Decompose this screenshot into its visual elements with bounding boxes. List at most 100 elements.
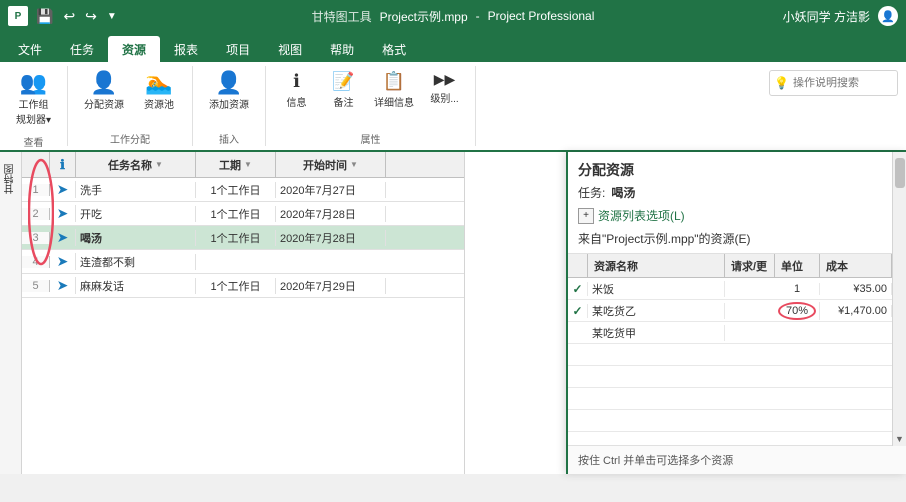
units-highlight-badge: 70%: [778, 302, 816, 320]
rtd-units-2: 70%: [775, 302, 820, 320]
rtd-name-2: 某吃货乙: [588, 303, 725, 319]
td-flag-1: ➤: [50, 181, 76, 198]
rth-units: 单位: [775, 254, 820, 277]
rth-check: [568, 254, 588, 277]
task-arrow-icon-5: ➤: [57, 277, 69, 294]
td-name-2: 开吃: [76, 206, 196, 222]
rtd-name-1: 米饭: [588, 281, 725, 297]
ribbon-group-properties: ℹ 信息 📝 备注 📋 详细信息 ▶▶ 级别... 属性: [274, 66, 476, 146]
notes-button[interactable]: 📝 备注: [321, 68, 366, 112]
panel-scrollbar[interactable]: ▼: [892, 152, 906, 446]
td-start-1: 2020年7月27日: [276, 182, 386, 198]
app-name: Project Professional: [488, 9, 595, 23]
panel-expand-button[interactable]: +: [578, 208, 594, 224]
rtd-cost-2: ¥1,470.00: [820, 305, 892, 317]
notes-label: 备注: [334, 94, 354, 109]
tab-format[interactable]: 格式: [368, 36, 420, 62]
add-resource-button[interactable]: 👤 添加资源: [201, 68, 257, 115]
details-label: 详细信息: [374, 94, 414, 109]
task-arrow-icon-3: ➤: [57, 229, 69, 246]
rtd-name-3: 某吃货甲: [588, 325, 725, 341]
resource-pool-button[interactable]: 🏊 资源池: [134, 68, 184, 115]
table-row[interactable]: 1 ➤ 洗手 1个工作日 2020年7月27日: [22, 178, 464, 202]
search-input[interactable]: [793, 77, 893, 89]
tab-help[interactable]: 帮助: [316, 36, 368, 62]
td-name-4: 连渣都不剩: [76, 254, 196, 270]
add-resource-label: 添加资源: [209, 96, 249, 111]
tab-view[interactable]: 视图: [264, 36, 316, 62]
resource-table-body: ✓ 米饭 1 ¥35.00 ✓ 某吃货乙 70%: [568, 278, 906, 445]
left-sidebar: 甘特图: [0, 152, 22, 474]
details-button[interactable]: 📋 详细信息: [368, 68, 420, 112]
ribbon-group-insert: 👤 添加资源 插入: [201, 66, 266, 146]
info-header-icon: ℹ: [60, 157, 65, 173]
title-bar-right: 小妖同学 方洁影 👤: [783, 6, 898, 26]
assign-label: 分配资源: [84, 96, 124, 111]
info-button[interactable]: ℹ 信息: [274, 68, 319, 112]
scroll-down-arrow[interactable]: ▼: [895, 434, 904, 444]
task-arrow-icon-4: ➤: [57, 253, 69, 270]
tab-task[interactable]: 任务: [56, 36, 108, 62]
assign-resources-button[interactable]: 👤 分配资源: [76, 68, 132, 115]
th-task-name-label: 任务名称: [108, 157, 152, 173]
th-start[interactable]: 开始时间 ▼: [276, 152, 386, 177]
th-duration-label: 工期: [219, 157, 241, 173]
tab-resource[interactable]: 资源: [108, 36, 160, 62]
tab-project[interactable]: 项目: [212, 36, 264, 62]
workgroup-icon: 👥: [20, 72, 47, 94]
notes-icon: 📝: [332, 71, 354, 92]
pool-label: 资源池: [144, 96, 174, 111]
th-start-sort: ▼: [350, 160, 358, 169]
table-row[interactable]: 4 ➤ 连渣都不剩: [22, 250, 464, 274]
dash-separator: -: [476, 9, 480, 23]
table-row[interactable]: 2 ➤ 开吃 1个工作日 2020年7月28日: [22, 202, 464, 226]
save-icon[interactable]: 💾: [34, 6, 55, 27]
resource-row[interactable]: ✓ 米饭 1 ¥35.00: [568, 278, 906, 300]
th-start-label: 开始时间: [303, 157, 347, 173]
search-bar[interactable]: 💡: [769, 70, 898, 96]
ribbon-group-insert-label: 插入: [201, 129, 257, 146]
td-flag-2: ➤: [50, 205, 76, 222]
tab-report[interactable]: 报表: [160, 36, 212, 62]
workgroup-planner-button[interactable]: 👥 工作组规划器▾: [8, 68, 59, 130]
resource-row: [568, 344, 906, 366]
resource-table-header: 资源名称 请求/更 单位 成本: [568, 254, 906, 278]
gantt-tool-label: 甘特图工具: [312, 8, 372, 25]
rtd-cost-1: ¥35.00: [820, 283, 892, 295]
resource-row: [568, 432, 906, 445]
quick-access-dropdown[interactable]: ▼: [105, 9, 119, 24]
info-label: 信息: [287, 94, 307, 109]
table-row-selected[interactable]: 3 ➤ 喝汤 1个工作日 2020年7月28日: [22, 226, 464, 250]
tab-file[interactable]: 文件: [4, 36, 56, 62]
ribbon-group-view-label: 查看: [8, 132, 59, 149]
sidebar-gantt[interactable]: 甘特图: [1, 160, 20, 198]
resource-row: [568, 410, 906, 432]
table-row[interactable]: 5 ➤ 麻麻发话 1个工作日 2020年7月29日: [22, 274, 464, 298]
undo-icon[interactable]: ↩: [61, 6, 77, 27]
panel-options-label: 资源列表选项(L): [598, 207, 685, 224]
title-bar: P 💾 ↩ ↪ ▼ 甘特图工具 Project示例.mpp - Project …: [0, 0, 906, 32]
td-flag-3: ➤: [50, 229, 76, 246]
td-name-1: 洗手: [76, 182, 196, 198]
resource-row[interactable]: 某吃货甲: [568, 322, 906, 344]
td-duration-3: 1个工作日: [196, 230, 276, 246]
table-header: ℹ 任务名称 ▼ 工期 ▼ 开始时间 ▼: [22, 152, 464, 178]
check-icon-1: ✓: [572, 282, 582, 296]
resource-table: 资源名称 请求/更 单位 成本 ✓ 米饭 1 ¥35.00: [568, 254, 906, 445]
resource-row: [568, 366, 906, 388]
info-btn-icon: ℹ: [293, 71, 300, 92]
ribbon-group-assign-label: 工作分配: [76, 129, 184, 146]
th-duration[interactable]: 工期 ▼: [196, 152, 276, 177]
level-label: 级别...: [430, 90, 458, 105]
level-button[interactable]: ▶▶ 级别...: [422, 68, 467, 108]
td-start-3: 2020年7月28日: [276, 230, 386, 246]
resource-row[interactable]: ✓ 某吃货乙 70% ¥1,470.00: [568, 300, 906, 322]
th-task-name[interactable]: 任务名称 ▼: [76, 152, 196, 177]
user-avatar[interactable]: 👤: [878, 6, 898, 26]
panel-options-row[interactable]: 资源列表选项(L): [598, 205, 685, 226]
redo-icon[interactable]: ↪: [83, 6, 99, 27]
main-area: 甘特图 ℹ 任务名称 ▼ 工期 ▼ 开始时间 ▼: [0, 152, 906, 474]
th-info: ℹ: [50, 152, 76, 177]
rth-cost: 成本: [820, 254, 892, 277]
scrollbar-thumb[interactable]: [895, 158, 905, 188]
